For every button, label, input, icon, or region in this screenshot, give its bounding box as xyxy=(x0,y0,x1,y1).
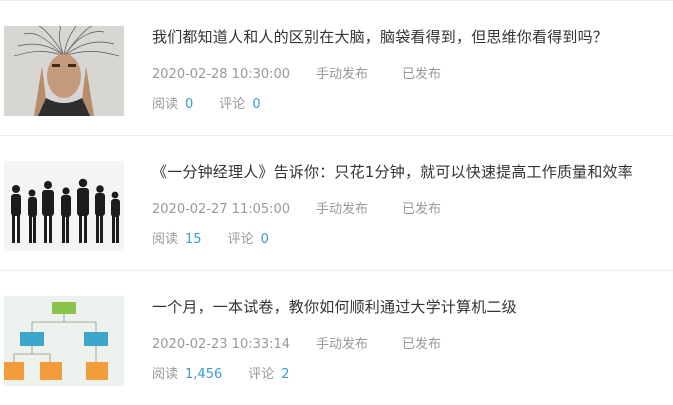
publish-mode: 手动发布 xyxy=(316,202,369,217)
read-label: 阅读 xyxy=(152,97,179,112)
article-title[interactable]: 《一分钟经理人》告诉你：只花1分钟，就可以快速提高工作质量和效率 xyxy=(152,161,672,183)
publish-date: 2020-02-23 10:33:14 xyxy=(152,337,291,352)
publish-date: 2020-02-27 11:05:00 xyxy=(152,202,291,217)
read-label: 阅读 xyxy=(152,232,179,247)
read-count: 0 xyxy=(185,97,194,112)
status-badge: 已发布 xyxy=(402,337,442,352)
read-count: 1,456 xyxy=(185,367,223,382)
article-item[interactable]: 我们都知道人和人的区别在大脑，脑袋看得到，但思维你看得到吗？ 2020-02-2… xyxy=(0,0,673,135)
thinking-man-image xyxy=(4,26,124,116)
publish-mode: 手动发布 xyxy=(316,67,369,82)
article-title[interactable]: 我们都知道人和人的区别在大脑，脑袋看得到，但思维你看得到吗？ xyxy=(152,26,672,48)
article-stats: 阅读 0 评论 0 xyxy=(152,95,287,115)
comment-label: 评论 xyxy=(227,232,254,247)
article-item[interactable]: 《一分钟经理人》告诉你：只花1分钟，就可以快速提高工作质量和效率 2020-02… xyxy=(0,135,673,270)
publish-date: 2020-02-28 10:30:00 xyxy=(152,67,291,82)
read-label: 阅读 xyxy=(152,367,179,382)
status-badge: 已发布 xyxy=(402,67,442,82)
comment-count: 2 xyxy=(281,367,290,382)
article-thumbnail-managers[interactable] xyxy=(4,161,124,251)
comment-count: 0 xyxy=(260,232,269,247)
article-thumbnail-exam[interactable] xyxy=(4,296,124,386)
silhouettes-image xyxy=(4,161,124,251)
article-meta: 2020-02-23 10:33:14 手动发布 已发布 xyxy=(152,335,441,355)
comment-label: 评论 xyxy=(248,367,275,382)
article-title[interactable]: 一个月，一本试卷，教你如何顺利通过大学计算机二级 xyxy=(152,296,672,318)
article-thumbnail-brain[interactable] xyxy=(4,26,124,116)
article-item[interactable]: 一个月，一本试卷，教你如何顺利通过大学计算机二级 2020-02-23 10:3… xyxy=(0,270,673,405)
publish-mode: 手动发布 xyxy=(316,337,369,352)
article-stats: 阅读 1,456 评论 2 xyxy=(152,365,316,385)
article-meta: 2020-02-28 10:30:00 手动发布 已发布 xyxy=(152,65,441,85)
comment-count: 0 xyxy=(252,97,261,112)
article-stats: 阅读 15 评论 0 xyxy=(152,230,295,250)
read-count: 15 xyxy=(185,232,202,247)
org-chart-image xyxy=(4,296,124,386)
article-meta: 2020-02-27 11:05:00 手动发布 已发布 xyxy=(152,200,441,220)
comment-label: 评论 xyxy=(219,97,246,112)
status-badge: 已发布 xyxy=(402,202,442,217)
